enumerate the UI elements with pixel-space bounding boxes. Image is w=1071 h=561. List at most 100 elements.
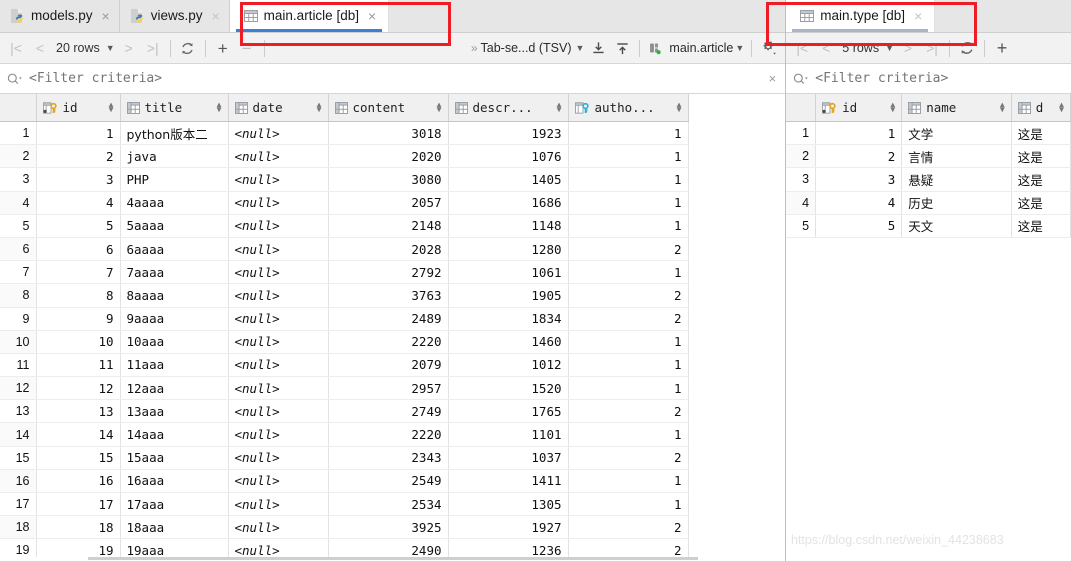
column-header-title[interactable]: title ▲ ▼ xyxy=(120,94,229,122)
prev-page-button[interactable]: < xyxy=(814,36,838,60)
table-row[interactable]: 17 17 17aaa <null> 2534 1305 1 xyxy=(0,492,689,517)
table-row[interactable]: 2 2 java <null> 2020 1076 1 xyxy=(0,144,689,169)
table-cell[interactable]: 1 xyxy=(568,353,689,378)
table-cell[interactable]: 16 xyxy=(36,469,121,494)
next-page-button[interactable]: > xyxy=(117,36,141,60)
table-cell[interactable]: 1927 xyxy=(448,515,569,540)
table-cell[interactable]: 8 xyxy=(36,283,121,308)
table-cell[interactable]: 2957 xyxy=(328,376,449,401)
table-cell[interactable]: 4 xyxy=(36,191,121,215)
table-cell[interactable]: 1520 xyxy=(448,376,569,401)
table-cell[interactable]: <null> xyxy=(228,376,329,401)
table-row[interactable]: 2 2 言情 这是 xyxy=(786,144,1071,169)
table-row[interactable]: 8 8 8aaaa <null> 3763 1905 2 xyxy=(0,283,689,308)
table-cell[interactable]: 4aaaa xyxy=(120,191,229,215)
table-cell[interactable]: <null> xyxy=(228,144,329,169)
gear-icon[interactable] xyxy=(757,36,781,60)
first-page-button[interactable]: |< xyxy=(790,36,814,60)
table-cell[interactable]: 1923 xyxy=(448,121,569,146)
sort-arrows-icon[interactable]: ▲ ▼ xyxy=(1059,100,1064,113)
last-page-button[interactable]: >| xyxy=(141,36,165,60)
table-cell[interactable]: 悬疑 xyxy=(901,167,1012,192)
table-cell[interactable]: 14aaa xyxy=(120,422,229,447)
column-header-d[interactable]: d ▲ ▼ xyxy=(1011,94,1071,122)
table-cell[interactable]: 2343 xyxy=(328,446,449,470)
sort-arrows-icon[interactable]: ▲ ▼ xyxy=(557,100,562,113)
table-cell[interactable]: 2079 xyxy=(328,353,449,378)
table-cell[interactable]: 1 xyxy=(568,214,689,238)
table-cell[interactable]: <null> xyxy=(228,492,329,517)
table-row[interactable]: 10 10 10aaa <null> 2220 1460 1 xyxy=(0,330,689,354)
column-header-content[interactable]: content ▲ ▼ xyxy=(328,94,449,122)
close-icon[interactable]: × xyxy=(211,9,219,23)
table-cell[interactable]: 这是 xyxy=(1011,167,1071,192)
table-row[interactable]: 4 4 4aaaa <null> 2057 1686 1 xyxy=(0,191,689,215)
download-icon[interactable] xyxy=(586,36,610,60)
column-header-id[interactable]: id ▲ ▼ xyxy=(815,94,903,122)
table-cell[interactable]: 3 xyxy=(815,167,903,192)
last-page-button[interactable]: >| xyxy=(920,36,944,60)
export-format-label[interactable]: Tab-se...d (TSV) xyxy=(481,41,574,55)
sort-arrows-icon[interactable]: ▲ ▼ xyxy=(677,100,682,113)
table-cell[interactable]: 3 xyxy=(36,167,121,192)
database-connection-icon[interactable] xyxy=(645,36,669,60)
tab-main-type-db[interactable]: main.type [db] × xyxy=(786,0,936,32)
sort-arrows-icon[interactable]: ▲ ▼ xyxy=(109,100,114,113)
table-cell[interactable]: <null> xyxy=(228,422,329,447)
table-cell[interactable]: 1834 xyxy=(448,307,569,331)
horizontal-scrollbar[interactable] xyxy=(0,557,786,561)
table-cell[interactable]: <null> xyxy=(228,260,329,285)
table-cell[interactable]: 1 xyxy=(568,330,689,354)
table-cell[interactable]: 5aaaa xyxy=(120,214,229,238)
table-cell[interactable]: <null> xyxy=(228,399,329,424)
refresh-icon[interactable] xyxy=(955,36,979,60)
table-cell[interactable]: 7 xyxy=(36,260,121,285)
table-cell[interactable]: 1 xyxy=(568,121,689,146)
table-cell[interactable]: 2489 xyxy=(328,307,449,331)
table-cell[interactable]: 2 xyxy=(568,307,689,331)
table-cell[interactable]: 1 xyxy=(568,260,689,285)
sort-arrows-icon[interactable]: ▲ ▼ xyxy=(437,100,442,113)
table-cell[interactable]: <null> xyxy=(228,307,329,331)
table-cell[interactable]: 1765 xyxy=(448,399,569,424)
database-connection-label[interactable]: main.article xyxy=(669,41,733,55)
table-cell[interactable]: 1101 xyxy=(448,422,569,447)
table-cell[interactable]: 18aaa xyxy=(120,515,229,540)
table-cell[interactable]: 1 xyxy=(568,144,689,169)
chevron-down-icon[interactable]: ▼ xyxy=(574,43,587,53)
table-cell[interactable]: <null> xyxy=(228,283,329,308)
table-cell[interactable]: 2 xyxy=(36,144,121,169)
table-cell[interactable]: 天文 xyxy=(901,214,1012,238)
table-row[interactable]: 5 5 5aaaa <null> 2148 1148 1 xyxy=(0,214,689,238)
table-cell[interactable]: 7aaaa xyxy=(120,260,229,285)
left-result-grid[interactable]: id ▲ ▼ title ▲ ▼ date ▲ ▼ content ▲ ▼ descr... ▲ ▼ auth… xyxy=(0,94,786,561)
table-cell[interactable]: 2220 xyxy=(328,330,449,354)
upload-icon[interactable] xyxy=(610,36,634,60)
chevron-down-icon[interactable]: ▼ xyxy=(104,43,117,53)
table-cell[interactable]: 11aaa xyxy=(120,353,229,378)
table-cell[interactable]: <null> xyxy=(228,469,329,494)
table-cell[interactable]: 1686 xyxy=(448,191,569,215)
table-cell[interactable]: 1405 xyxy=(448,167,569,192)
table-cell[interactable]: 11 xyxy=(36,353,121,378)
table-row[interactable]: 6 6 6aaaa <null> 2028 1280 2 xyxy=(0,237,689,262)
table-cell[interactable]: 18 xyxy=(36,515,121,540)
table-row[interactable]: 7 7 7aaaa <null> 2792 1061 1 xyxy=(0,260,689,285)
next-page-button[interactable]: > xyxy=(896,36,920,60)
table-cell[interactable]: python版本二 xyxy=(120,121,229,146)
close-icon[interactable]: × xyxy=(368,9,376,23)
table-row[interactable]: 3 3 悬疑 这是 xyxy=(786,167,1071,192)
table-cell[interactable]: <null> xyxy=(228,353,329,378)
table-cell[interactable]: 6 xyxy=(36,237,121,262)
table-cell[interactable]: <null> xyxy=(228,167,329,192)
table-cell[interactable]: 2220 xyxy=(328,422,449,447)
sort-arrows-icon[interactable]: ▲ ▼ xyxy=(1000,100,1005,113)
table-cell[interactable]: <null> xyxy=(228,330,329,354)
table-cell[interactable]: 2 xyxy=(568,283,689,308)
table-cell[interactable]: 这是 xyxy=(1011,191,1071,215)
table-row[interactable]: 16 16 16aaa <null> 2549 1411 1 xyxy=(0,469,689,494)
table-cell[interactable]: 17 xyxy=(36,492,121,517)
table-cell[interactable]: 1411 xyxy=(448,469,569,494)
table-cell[interactable]: 1 xyxy=(568,376,689,401)
column-header-date[interactable]: date ▲ ▼ xyxy=(228,94,329,122)
